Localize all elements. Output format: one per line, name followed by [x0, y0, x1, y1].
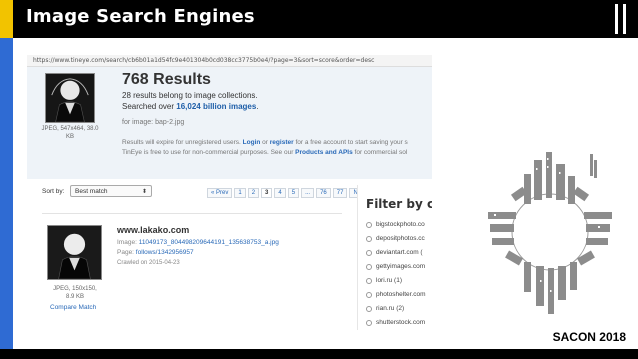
result-thumbnail[interactable] — [47, 225, 102, 280]
radio-icon — [366, 305, 372, 312]
filter-item[interactable]: deviantart.com ( — [366, 249, 423, 256]
footer-label: SACON 2018 — [552, 330, 626, 344]
address-bar[interactable]: https://www.tineye.com/search/cb6b01a1d5… — [27, 55, 432, 67]
query-summary-panel: JPEG, 547x464, 38.0 KB 768 Results 28 re… — [27, 67, 432, 179]
filter-item[interactable]: bigstockphoto.co — [366, 221, 425, 228]
products-apis-link[interactable]: Products and APIs — [295, 149, 353, 156]
filter-item[interactable]: gettyimages.com — [366, 263, 425, 270]
filter-item[interactable]: photoshelter.com — [366, 291, 426, 298]
sort-select[interactable]: Best match ⬍ — [70, 185, 152, 197]
pager-page-1[interactable]: 1 — [234, 188, 246, 198]
filter-item[interactable]: shutterstock.com — [366, 319, 425, 326]
result-image-line: Image: 11049173_804498209644191_13563875… — [117, 239, 279, 246]
title-accent — [0, 0, 13, 38]
radio-icon — [366, 263, 372, 270]
result-crawled: Crawled on 2015-04-23 — [117, 260, 180, 266]
result-image-link[interactable]: 11049173_804498209644191_135638753_a.jpg — [139, 239, 279, 246]
results-count: 768 Results — [122, 71, 211, 88]
pager-page-3: 3 — [261, 188, 273, 198]
pager-page-2[interactable]: 2 — [247, 188, 260, 198]
left-accent-strip — [0, 38, 13, 349]
filter-item[interactable]: rian.ru (2) — [366, 305, 404, 312]
result-thumbnail-caption: JPEG, 150x150, 8.9 KB — [53, 286, 97, 300]
pager-page-4[interactable]: 4 — [274, 188, 286, 198]
compare-match-link[interactable]: Compare Match — [50, 304, 96, 311]
register-link[interactable]: register — [270, 139, 294, 146]
filter-title: Filter by co — [366, 197, 432, 211]
radio-icon — [366, 249, 372, 256]
slide-title: Image Search Engines — [26, 6, 255, 27]
pager-page-5[interactable]: 5 — [287, 188, 300, 198]
filter-item[interactable]: lori.ru (1) — [366, 277, 402, 284]
filter-item[interactable]: depositphotos.cc — [366, 235, 425, 242]
radio-icon — [366, 235, 372, 242]
notice-commercial: TinEye is free to use for non-commercial… — [122, 149, 408, 156]
pager-page-76[interactable]: 76 — [316, 188, 331, 198]
query-image — [45, 73, 95, 123]
sort-label: Sort by: — [42, 188, 65, 195]
pagination: « Prev 1 2 3 4 5 ... 76 77 Next » — [207, 188, 375, 198]
divider — [42, 213, 342, 214]
title-bar: Image Search Engines — [0, 0, 638, 38]
radio-icon — [366, 319, 372, 326]
radio-icon — [366, 291, 372, 298]
result-page-link[interactable]: follows/1342956957 — [136, 249, 194, 256]
query-image-caption: JPEG, 547x464, 38.0 KB — [41, 126, 99, 140]
searched-line: Searched over 16,024 billion images. — [122, 102, 259, 111]
title-bars-icon — [612, 4, 632, 34]
anonymous-mask-icon — [46, 74, 94, 122]
notice-expire: Results will expire for unregistered use… — [122, 139, 408, 146]
collections-line: 28 results belong to image collections. — [122, 91, 258, 100]
login-link[interactable]: Login — [243, 139, 261, 146]
radio-icon — [366, 277, 372, 284]
radio-icon — [366, 221, 372, 228]
pager-ellipsis: ... — [301, 188, 315, 198]
for-image-line: for image: bap-2.jpg — [122, 119, 185, 126]
result-domain[interactable]: www.lakako.com — [117, 225, 189, 235]
chevron-updown-icon: ⬍ — [141, 189, 147, 195]
pager-prev[interactable]: « Prev — [207, 188, 233, 198]
pager-page-77[interactable]: 77 — [332, 188, 348, 198]
bottom-bar — [0, 349, 638, 359]
filter-panel: Filter by co bigstockphoto.co depositpho… — [357, 185, 432, 330]
tineye-screenshot: https://www.tineye.com/search/cb6b01a1d5… — [27, 55, 432, 330]
city-sphere-logo — [486, 150, 614, 315]
anonymous-mask-icon — [48, 226, 101, 279]
result-page-line: Page: follows/1342956957 — [117, 249, 194, 256]
